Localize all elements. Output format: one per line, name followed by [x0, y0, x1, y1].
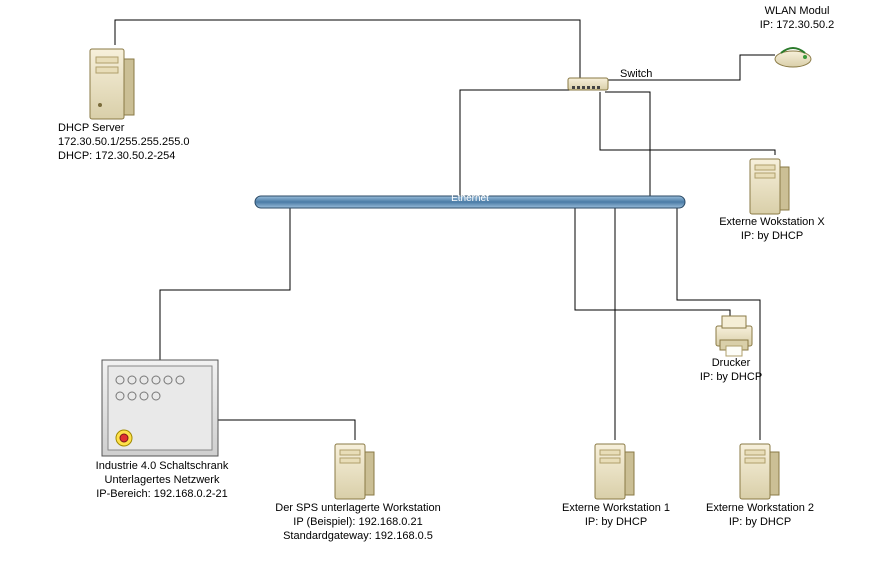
sps-workstation-icon: [335, 444, 374, 499]
workstation-x-icon: [750, 159, 789, 214]
workstation-2-name: Externe Workstation 2: [706, 502, 814, 514]
schaltschrank-network: Unterlagertes Netzwerk: [105, 474, 220, 486]
schaltschrank-label: Industrie 4.0 Schaltschrank Unterlagerte…: [92, 460, 232, 501]
printer-icon: [716, 316, 752, 356]
workstation-1-label: Externe Workstation 1 IP: by DHCP: [556, 502, 676, 530]
ethernet-label: Ethernet: [430, 193, 510, 206]
workstation-1-name: Externe Workstation 1: [562, 502, 670, 514]
dhcp-server-icon: [90, 49, 134, 119]
workstation-2-ip: IP: by DHCP: [729, 516, 791, 528]
schaltschrank-iprange: IP-Bereich: 192.168.0.2-21: [96, 488, 227, 500]
switch-icon: [568, 78, 608, 90]
sps-gateway: Standardgateway: 192.168.0.5: [283, 530, 433, 542]
dhcp-ip: 172.30.50.1/255.255.255.0: [58, 136, 190, 148]
dhcp-range: DHCP: 172.30.50.2-254: [58, 150, 175, 162]
workstation-2-icon: [740, 444, 779, 499]
wlan-module-icon: [775, 48, 811, 67]
printer-label: Drucker IP: by DHCP: [696, 357, 766, 385]
dhcp-server-label: DHCP Server 172.30.50.1/255.255.255.0 DH…: [58, 122, 190, 163]
wlan-label: WLAN Modul IP: 172.30.50.2: [752, 5, 842, 33]
sps-ip: IP (Beispiel): 192.168.0.21: [293, 516, 422, 528]
switch-label: Switch: [620, 68, 652, 82]
workstation-1-ip: IP: by DHCP: [585, 516, 647, 528]
schaltschrank-icon: [102, 360, 218, 456]
sps-workstation-label: Der SPS unterlagerte Workstation IP (Bei…: [268, 502, 448, 543]
printer-name: Drucker: [712, 357, 751, 369]
workstation-x-label: Externe Wokstation X IP: by DHCP: [712, 216, 832, 244]
printer-ip: IP: by DHCP: [700, 371, 762, 383]
workstation-x-name: Externe Wokstation X: [719, 216, 825, 228]
sps-name: Der SPS unterlagerte Workstation: [275, 502, 440, 514]
schaltschrank-name: Industrie 4.0 Schaltschrank: [96, 460, 229, 472]
workstation-1-icon: [595, 444, 634, 499]
dhcp-name: DHCP Server: [58, 122, 124, 134]
network-diagram: { "ethernet": { "label": "Ethernet" }, "…: [0, 0, 884, 582]
workstation-x-ip: IP: by DHCP: [741, 230, 803, 242]
wlan-ip: IP: 172.30.50.2: [760, 19, 835, 31]
workstation-2-label: Externe Workstation 2 IP: by DHCP: [700, 502, 820, 530]
wlan-name: WLAN Modul: [765, 5, 830, 17]
